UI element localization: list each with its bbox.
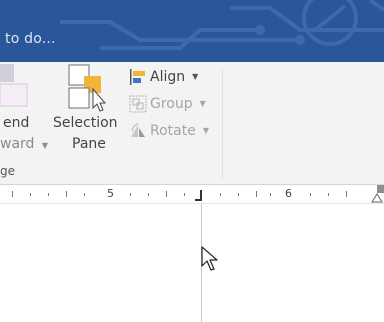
circuit-pattern-decoration [60, 0, 384, 50]
tell-me-placeholder: to do... [5, 31, 56, 47]
ruler-tick [30, 193, 31, 196]
arrange-group-label: ge [0, 164, 15, 178]
ruler-tick [220, 193, 221, 196]
chevron-down-icon: ▼ [41, 141, 49, 150]
right-indent-marker-icon[interactable] [370, 185, 384, 203]
horizontal-ruler[interactable]: 5 6 [0, 185, 384, 204]
ruler-tick [328, 193, 329, 196]
ruler-tick [148, 193, 149, 196]
ruler-tick [48, 193, 49, 196]
ruler-tick [130, 193, 131, 196]
tell-me-search-box[interactable]: to do... [5, 31, 56, 47]
send-backward-label-line2: ward ▼ [0, 136, 48, 152]
ruler-tick [270, 193, 271, 196]
send-backward-label-line1: end [3, 115, 30, 131]
rotate-button[interactable]: Rotate ▼ [129, 120, 209, 141]
title-bar: to do... [0, 0, 384, 62]
group-icon [129, 95, 147, 112]
ruler-tick [66, 191, 67, 197]
send-backward-label-text: ward [0, 136, 35, 152]
ruler-tick [84, 193, 85, 196]
tab-stop-marker-icon[interactable] [195, 190, 205, 202]
selection-pane-label-line2: Pane [72, 136, 106, 152]
ribbon-group-separator [222, 68, 223, 180]
ruler-tick [12, 191, 13, 197]
ruler-tick [166, 191, 167, 197]
ribbon-arrange-group: end ward ▼ Selection Pane Align ▼ Group … [0, 62, 384, 185]
align-button[interactable]: Align ▼ [129, 66, 198, 87]
ruler-tick [310, 193, 311, 196]
group-label: Group [150, 95, 193, 112]
align-icon [130, 68, 145, 85]
send-backward-icon [0, 64, 28, 107]
mouse-pointer-icon [201, 246, 218, 271]
selection-pane-icon [68, 64, 107, 112]
chevron-down-icon: ▼ [202, 126, 209, 135]
group-button[interactable]: Group ▼ [129, 93, 206, 114]
ruler-tick [184, 193, 185, 196]
ruler-label-5: 5 [107, 187, 114, 200]
ruler-tick [346, 191, 347, 197]
rotate-icon [131, 123, 145, 137]
ruler-tick [238, 193, 239, 196]
rotate-label: Rotate [150, 122, 196, 139]
document-canvas[interactable] [0, 204, 384, 322]
chevron-down-icon: ▼ [199, 99, 206, 108]
ruler-label-6: 6 [285, 187, 292, 200]
selection-pane-label-line1: Selection [53, 115, 118, 131]
chevron-down-icon: ▼ [192, 72, 199, 81]
selection-pane-button[interactable]: Selection Pane [50, 62, 126, 162]
send-backward-button[interactable]: end ward ▼ [0, 62, 48, 162]
align-label: Align [150, 68, 186, 85]
ruler-tick [256, 191, 257, 197]
